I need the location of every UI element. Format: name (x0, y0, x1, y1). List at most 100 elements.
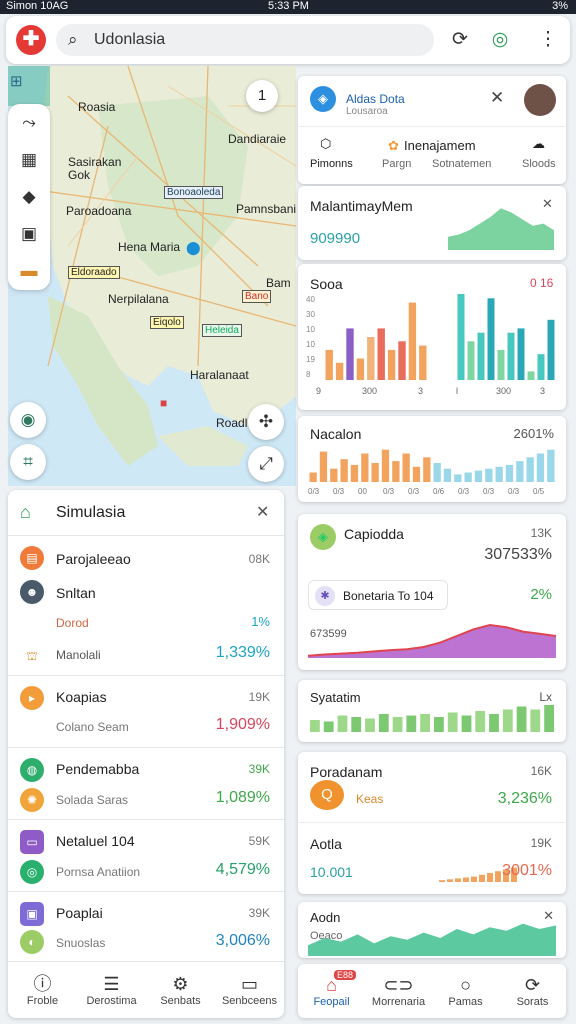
location-pin-icon[interactable]: ⬤ (186, 240, 201, 256)
search-icon: ⌕ (68, 30, 78, 49)
target-icon[interactable]: ◎ (486, 26, 514, 54)
bar (489, 714, 499, 732)
bar (398, 341, 406, 380)
item-value: 08K (248, 552, 270, 566)
nav-label: Morrenaria (371, 996, 426, 1008)
location-icon[interactable]: ◉ (10, 402, 46, 438)
tag-label: Bonetaria To 104 (343, 589, 434, 603)
item-name: Koapias (56, 689, 107, 705)
bar (517, 328, 525, 380)
tab-sloods[interactable]: Sloods (522, 158, 556, 170)
bar-chart: 0/3 0/3 00 0/3 0/3 0/6 0/3 0/3 0/3 0/5 (308, 449, 555, 496)
storage-icon[interactable]: ▬ (8, 252, 50, 289)
compass-icon[interactable]: ✣ (248, 404, 284, 440)
map-label: Roadl (216, 416, 248, 430)
chart-card[interactable]: Nacalon 2601% 0/3 0/3 00 0/3 0/3 0/6 0/3 0/3 0/3… (298, 416, 566, 502)
zoom-level-button[interactable]: 1 (246, 80, 278, 112)
chart-icon[interactable]: ▦ (8, 141, 50, 178)
route-icon[interactable]: ⤳ (8, 104, 50, 141)
list-item[interactable]: ▤ Parojaleeao 08K ☻ Snltan Dorod 1% ⛫ Ma… (8, 536, 284, 676)
bar (464, 472, 472, 482)
list-item[interactable]: ▸ Koapias 19K Colano Seam 1,909% (8, 676, 284, 748)
close-icon[interactable]: ✕ (256, 502, 269, 522)
tick-label: 300 (362, 386, 377, 396)
share-icon[interactable]: ⌗ (10, 444, 46, 480)
expand-icon[interactable]: ⤢ (248, 446, 284, 482)
card-title: Sooa (310, 276, 343, 292)
tag-icon[interactable]: ◆ (8, 178, 50, 215)
profile-card: ◈ Aldas Dota Lousaroa ✕ ⬡ Pimonns ✿ Inen… (298, 76, 566, 184)
nav-sorats[interactable]: ⟳ Sorats (499, 974, 566, 1008)
info-icon: ⓘ (33, 974, 52, 994)
tick-label: 9 (316, 386, 321, 396)
close-icon[interactable]: ✕ (490, 88, 504, 108)
item-name: Pendemabba (56, 761, 140, 777)
bar (367, 337, 375, 380)
marker-icon[interactable]: ■ (160, 396, 167, 410)
bar-chart (310, 705, 554, 732)
tag-chip[interactable]: ✱ Bonetaria To 104 (308, 580, 448, 610)
nav-senbats[interactable]: ⚙ Senbats (146, 973, 215, 1007)
bar (495, 871, 501, 882)
chart-card[interactable]: Syatatim Lx (298, 680, 566, 742)
chart-card[interactable]: Sooa 0 16 40 30 10 10 19 8 9 300 3 l 300 3 (298, 264, 566, 410)
nav-derostima[interactable]: ☰ Derostima (77, 973, 146, 1007)
tick-label: 40 (306, 295, 315, 304)
item-value: 1% (251, 614, 270, 629)
bar (497, 349, 505, 380)
capiodda-card[interactable]: ◈ Capiodda 13K 307533% ✱ Bonetaria To 10… (298, 514, 566, 670)
status-bar: Simon 10AG 5:33 PM 3% (0, 0, 576, 14)
tick-label: 0/3 (508, 487, 520, 496)
layers-icon[interactable]: ▣ (8, 215, 50, 252)
bar (475, 711, 486, 732)
card-title: Aotla (310, 836, 342, 852)
bar (323, 721, 334, 732)
nav-feopail[interactable]: ⌂ E88 Feopail (298, 970, 365, 1008)
metric-card[interactable]: MalantimayMem ✕ 909990 (298, 186, 566, 260)
area-chart (308, 923, 556, 956)
bar (485, 468, 493, 482)
bar (337, 715, 348, 732)
nav-label: Sorats (516, 996, 549, 1008)
card-title: Capiodda (344, 526, 404, 542)
search-input[interactable]: ⌕ Udonlasia (56, 24, 434, 56)
bar (447, 712, 458, 732)
chart-card[interactable]: Aodn ✕ Oeaco (298, 902, 566, 958)
nav-froble[interactable]: ⓘ Froble (8, 973, 77, 1007)
bar (495, 466, 503, 482)
list-item[interactable]: ◍ Pendemabba 39K ✺ Solada Saras 1,089% (8, 748, 284, 820)
card-value: 19K (530, 836, 552, 850)
tab-pargn[interactable]: Pargn (382, 158, 411, 170)
item-sub: Solada Saras (56, 793, 129, 807)
app-logo[interactable]: ✚ (16, 25, 46, 55)
time-label: 5:33 PM (268, 0, 309, 12)
refresh-icon[interactable]: ⟳ (446, 26, 474, 54)
card-small-value: 10.001 (310, 864, 353, 880)
poradanam-card[interactable]: Poradanam 16K Q Keas 3,236% Aotla 19K 10… (298, 752, 566, 894)
nav-morrenaria[interactable]: ⊂⊃ Morrenaria (365, 974, 432, 1008)
nav-senbceens[interactable]: ▭ Senbceens (215, 973, 284, 1007)
bar (434, 717, 444, 732)
tab-sotnatemen[interactable]: Sotnatemen (432, 158, 491, 170)
nav-pamas[interactable]: ○ Pamas (432, 974, 499, 1008)
bar (502, 709, 513, 732)
bar (547, 319, 555, 380)
item-sub: Manolali (56, 648, 101, 662)
avatar[interactable] (524, 84, 556, 116)
card-title: Poradanam (310, 764, 383, 780)
grid-icon[interactable]: ⊞ (10, 72, 23, 90)
tick-label: 0/5 (533, 487, 545, 496)
bar (467, 341, 475, 380)
nav-label: Froble (26, 995, 59, 1007)
tab-pimonns[interactable]: Pimonns (310, 158, 353, 170)
bar (346, 328, 354, 380)
bar (419, 345, 427, 380)
more-vert-icon[interactable]: ⋮ (534, 26, 562, 54)
bar (406, 715, 417, 732)
map-label: Pamnsbania (236, 202, 296, 216)
tab-heading[interactable]: Inenajamem (404, 138, 476, 153)
list-item[interactable]: ▭ Netaluel 104 59K ◎ Pornsa Anatiion 4,5… (8, 820, 284, 892)
badge-icon: Q (310, 780, 344, 810)
nav-label: Pamas (448, 996, 483, 1008)
list-item[interactable]: ▣ Poaplai 39K ◐ Snuoslas 3,006% (8, 892, 284, 962)
